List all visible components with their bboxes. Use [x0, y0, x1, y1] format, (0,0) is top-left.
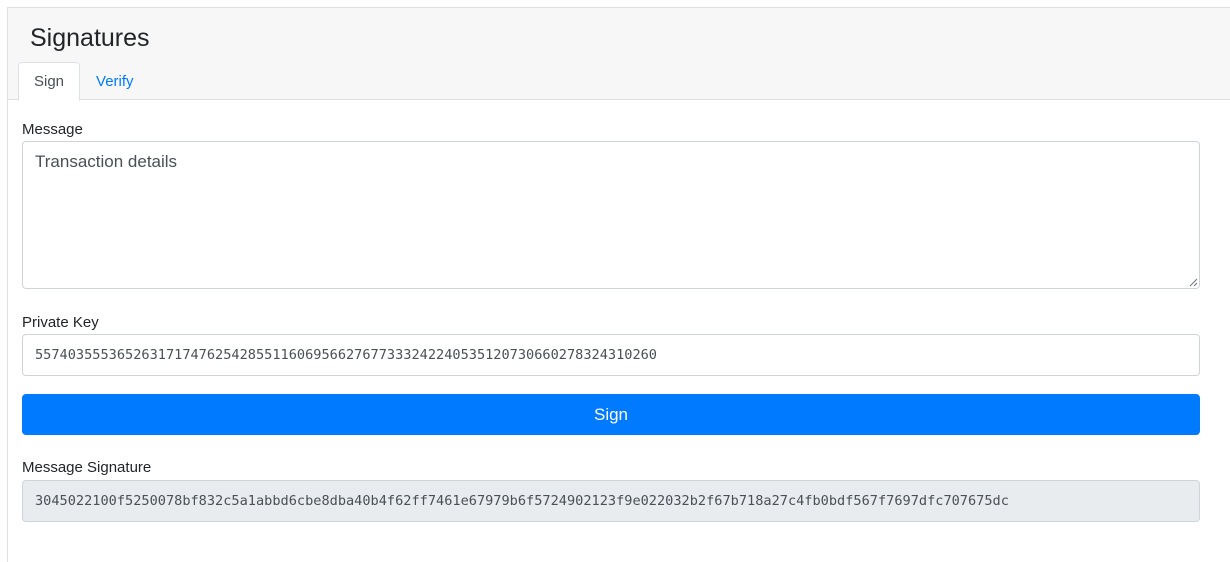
tab-verify[interactable]: Verify	[80, 62, 150, 100]
message-textarea[interactable]: Transaction details	[22, 141, 1200, 289]
private-key-input[interactable]	[22, 334, 1200, 376]
resize-grip-icon[interactable]	[1189, 278, 1198, 287]
message-signature-label: Message Signature	[22, 459, 152, 476]
sign-button[interactable]: Sign	[22, 394, 1200, 435]
card-title: Signatures	[30, 24, 150, 52]
tab-sign[interactable]: Sign	[18, 62, 81, 101]
card-header: Signatures Sign Verify	[8, 8, 1230, 101]
message-label: Message	[22, 121, 83, 138]
tab-bar: Sign Verify	[18, 62, 150, 101]
private-key-label: Private Key	[22, 314, 99, 331]
message-signature-output[interactable]	[22, 480, 1200, 522]
